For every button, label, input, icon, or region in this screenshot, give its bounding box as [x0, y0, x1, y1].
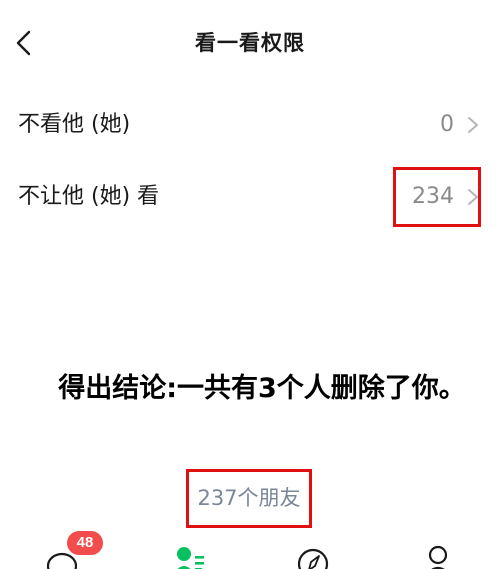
row-hide-their-posts[interactable]: 不看他 (她) 0 [0, 90, 500, 160]
conclusion-annotation: 得出结论:一共有3个人删除了你。 [58, 373, 466, 404]
person-icon [428, 545, 448, 569]
chevron-right-icon [468, 117, 478, 133]
page-title: 看一看权限 [195, 31, 305, 55]
contacts-icon [177, 547, 204, 569]
row-value: 0 [440, 112, 454, 137]
row-label: 不让他 (她) 看 [18, 184, 160, 209]
tab-discover[interactable] [293, 542, 333, 569]
highlight-box [393, 167, 481, 227]
tab-me[interactable] [418, 542, 458, 569]
tab-contacts[interactable] [168, 542, 208, 569]
row-label: 不看他 (她) [18, 112, 131, 137]
compass-icon [297, 548, 329, 569]
nav-header: 看一看权限 [0, 0, 500, 86]
unread-badge: 48 [67, 531, 103, 555]
highlight-box [186, 469, 312, 528]
